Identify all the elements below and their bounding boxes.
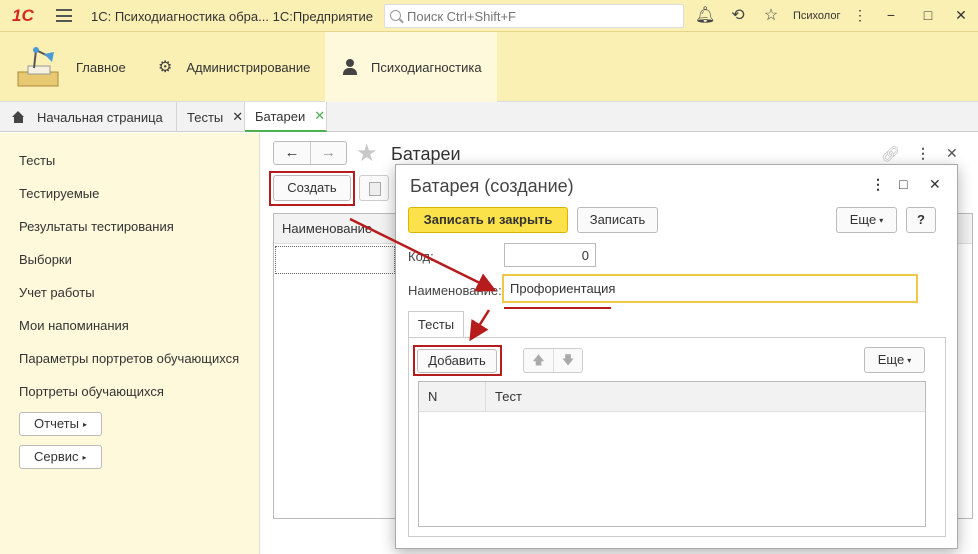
- close-icon[interactable]: ✕: [314, 108, 325, 124]
- chevron-down-icon: ▾: [907, 356, 912, 365]
- tab-tests-label: Тесты: [187, 109, 224, 125]
- tab-home-label: Начальная страница: [37, 109, 163, 125]
- create-button[interactable]: Создать: [273, 175, 351, 201]
- tab-batteries[interactable]: Батареи ✕: [245, 102, 327, 132]
- column-header-n[interactable]: N: [419, 382, 486, 412]
- save-and-close-button[interactable]: Записать и закрыть: [408, 207, 568, 233]
- search-input[interactable]: [407, 8, 677, 24]
- user-name[interactable]: Психолог: [793, 10, 840, 22]
- dialog-title: Батарея (создание): [410, 176, 574, 196]
- link-icon[interactable]: 🔗︎: [881, 145, 900, 163]
- search-box[interactable]: [384, 4, 684, 28]
- title-bar: 1С 1С: Психодиагностика обра... 1С:Предп…: [0, 0, 978, 32]
- tab-tests-inner[interactable]: Тесты: [408, 311, 464, 338]
- nav-item-portraits[interactable]: Портреты обучающихся: [19, 384, 164, 399]
- home-icon: [12, 111, 25, 123]
- maximize-icon[interactable]: □: [919, 6, 937, 24]
- section-psychodiagnostics[interactable]: Психодиагностика: [325, 32, 497, 102]
- app-title: 1С: Психодиагностика обра... 1С:Предприя…: [91, 9, 373, 24]
- back-arrow-icon[interactable]: ←: [274, 142, 310, 164]
- move-buttons: 🡅︎ 🡇︎: [523, 348, 583, 373]
- history-icon[interactable]: ⟲: [729, 7, 747, 25]
- star-icon[interactable]: ☆: [762, 7, 780, 25]
- tests-grid[interactable]: N Тест: [418, 381, 926, 527]
- section-admin[interactable]: ⚙ Администрирование: [158, 32, 318, 102]
- section-psychodiagnostics-label: Психодиагностика: [371, 59, 482, 75]
- maximize-icon[interactable]: □: [899, 175, 907, 193]
- open-tabs-bar: Начальная страница Тесты ✕ Батареи ✕: [0, 102, 978, 132]
- forward-arrow-icon[interactable]: →: [309, 142, 346, 164]
- more-button-tests-label: Еще: [877, 352, 905, 367]
- move-down-icon[interactable]: 🡇︎: [553, 349, 582, 372]
- history-nav: ← →: [273, 141, 347, 165]
- copy-icon[interactable]: [359, 175, 389, 201]
- section-panel: Главное ⚙ Администрирование Психодиагнос…: [0, 32, 978, 102]
- nav-item-tests[interactable]: Тесты: [19, 153, 55, 168]
- more-button[interactable]: Еще ▾: [836, 207, 897, 233]
- service-button-label: Сервис: [34, 449, 79, 464]
- tab-batteries-label: Батареи: [255, 108, 306, 124]
- add-button[interactable]: Добавить: [417, 349, 497, 373]
- reports-button[interactable]: Отчеты ▸: [19, 412, 102, 436]
- menu-icon[interactable]: [56, 9, 72, 22]
- name-field[interactable]: [502, 274, 918, 303]
- more-icon[interactable]: ⋮: [916, 145, 930, 162]
- tab-tests[interactable]: Тесты ✕: [177, 102, 245, 132]
- bell-icon[interactable]: 🔔︎: [695, 7, 715, 25]
- battery-create-dialog: Батарея (создание) ⋮ □ ✕ Записать и закр…: [395, 164, 958, 549]
- favorite-star-icon[interactable]: ★: [356, 139, 378, 168]
- service-button[interactable]: Сервис ▸: [19, 445, 102, 469]
- close-icon[interactable]: ✕: [232, 109, 243, 125]
- code-label: Код:: [408, 249, 434, 264]
- nav-item-results[interactable]: Результаты тестирования: [19, 219, 174, 234]
- section-main[interactable]: Главное: [0, 32, 148, 102]
- grid-header: N Тест: [419, 382, 925, 412]
- chevron-right-icon: ▸: [82, 420, 87, 429]
- nav-item-work-log[interactable]: Учет работы: [19, 285, 95, 300]
- tab-home[interactable]: Начальная страница: [0, 102, 177, 132]
- nav-item-samples[interactable]: Выборки: [19, 252, 72, 267]
- section-main-label: Главное: [76, 59, 126, 75]
- nav-item-reminders[interactable]: Мои напоминания: [19, 318, 129, 333]
- chevron-down-icon: ▾: [879, 216, 884, 225]
- 1c-logo: 1С: [12, 6, 34, 25]
- save-button[interactable]: Записать: [577, 207, 658, 233]
- help-button[interactable]: ?: [906, 207, 936, 233]
- move-up-icon[interactable]: 🡅︎: [524, 349, 553, 372]
- form-title: Батареи: [391, 144, 461, 164]
- name-label: Наименование:: [408, 283, 502, 298]
- more-icon[interactable]: ⋮: [851, 6, 869, 24]
- search-icon: [390, 10, 401, 21]
- close-icon[interactable]: ✕: [946, 145, 958, 162]
- nav-item-portrait-params[interactable]: Параметры портретов обучающихся: [19, 351, 239, 366]
- more-button-tests[interactable]: Еще ▾: [864, 347, 925, 373]
- minimize-icon[interactable]: −: [882, 6, 900, 24]
- table-row[interactable]: [275, 246, 395, 274]
- close-icon[interactable]: ✕: [952, 6, 970, 24]
- navigation-panel: Тесты Тестируемые Результаты тестировани…: [0, 133, 260, 554]
- more-button-label: Еще: [849, 212, 877, 227]
- person-icon: [343, 59, 357, 75]
- close-icon[interactable]: ✕: [929, 175, 941, 193]
- chevron-right-icon: ▸: [82, 453, 87, 462]
- column-header-test[interactable]: Тест: [486, 382, 522, 412]
- more-icon[interactable]: ⋮: [871, 175, 885, 193]
- nav-item-subjects[interactable]: Тестируемые: [19, 186, 99, 201]
- desk-lamp-icon: [14, 44, 64, 90]
- gear-icon: ⚙: [158, 59, 173, 76]
- reports-button-label: Отчеты: [34, 416, 79, 431]
- section-admin-label: Администрирование: [186, 59, 311, 75]
- code-field[interactable]: [504, 243, 596, 267]
